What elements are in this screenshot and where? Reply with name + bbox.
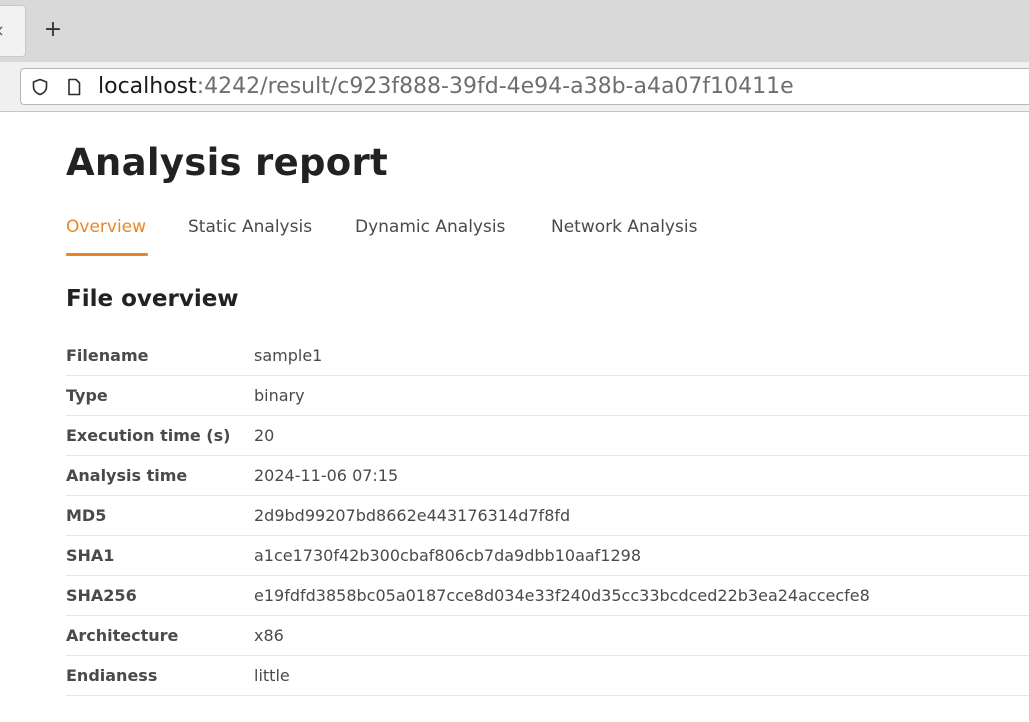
tab-static-analysis[interactable]: Static Analysis <box>188 216 312 238</box>
row-value-type: binary <box>254 386 305 405</box>
url-host: localhost <box>98 74 197 99</box>
tab-network-analysis[interactable]: Network Analysis <box>551 216 697 238</box>
row-value-architecture: x86 <box>254 626 284 645</box>
url-text[interactable]: localhost:4242/result/c923f888-39fd-4e94… <box>98 74 794 100</box>
row-label-sha1: SHA1 <box>66 546 115 565</box>
plus-icon[interactable]: + <box>42 18 64 42</box>
table-row: Analysis time 2024-11-06 07:15 <box>66 456 1029 496</box>
section-title: File overview <box>66 286 239 312</box>
table-row: Execution time (s) 20 <box>66 416 1029 456</box>
row-value-execution-time: 20 <box>254 426 275 445</box>
table-row: Filename sample1 <box>66 336 1029 376</box>
page-title: Analysis report <box>66 141 389 184</box>
table-row: SHA1 a1ce1730f42b300cbaf806cb7da9dbb10aa… <box>66 536 1029 576</box>
row-label-execution-time: Execution time (s) <box>66 426 231 445</box>
row-label-filename: Filename <box>66 346 149 365</box>
row-value-analysis-time: 2024-11-06 07:15 <box>254 466 399 485</box>
row-value-sha1: a1ce1730f42b300cbaf806cb7da9dbb10aaf1298 <box>254 546 642 565</box>
url-path: :4242/result/c923f888-39fd-4e94-a38b-a4a… <box>196 74 794 99</box>
close-icon[interactable]: × <box>0 23 5 39</box>
table-row: Endianess little <box>66 656 1029 696</box>
shield-icon[interactable] <box>31 78 49 96</box>
row-label-md5: MD5 <box>66 506 107 525</box>
table-row: MD5 2d9bd99207bd8662e443176314d7f8fd <box>66 496 1029 536</box>
row-value-md5: 2d9bd99207bd8662e443176314d7f8fd <box>254 506 571 525</box>
tab-overview[interactable]: Overview <box>66 216 146 238</box>
table-row: Architecture x86 <box>66 616 1029 656</box>
file-overview-table: Filename sample1 Type binary Execution t… <box>66 336 1029 696</box>
page-icon <box>68 78 81 96</box>
row-label-architecture: Architecture <box>66 626 179 645</box>
table-row: Type binary <box>66 376 1029 416</box>
row-label-endianess: Endianess <box>66 666 158 685</box>
url-bar[interactable]: localhost:4242/result/c923f888-39fd-4e94… <box>20 68 1029 105</box>
tab-strip: × + <box>0 0 1029 62</box>
row-label-analysis-time: Analysis time <box>66 466 188 485</box>
active-tab-indicator <box>66 253 148 256</box>
row-value-sha256: e19fdfd3858bc05a0187cce8d034e33f240d35cc… <box>254 586 870 605</box>
browser-tab[interactable]: × <box>0 5 26 57</box>
nav-bar: localhost:4242/result/c923f888-39fd-4e94… <box>0 62 1029 112</box>
row-label-sha256: SHA256 <box>66 586 137 605</box>
tab-dynamic-analysis[interactable]: Dynamic Analysis <box>355 216 505 238</box>
browser-chrome: × + localhost:4242/result/c923f888-39fd-… <box>0 0 1029 112</box>
row-label-type: Type <box>66 386 108 405</box>
row-value-endianess: little <box>254 666 290 685</box>
row-value-filename: sample1 <box>254 346 323 365</box>
table-row: SHA256 e19fdfd3858bc05a0187cce8d034e33f2… <box>66 576 1029 616</box>
